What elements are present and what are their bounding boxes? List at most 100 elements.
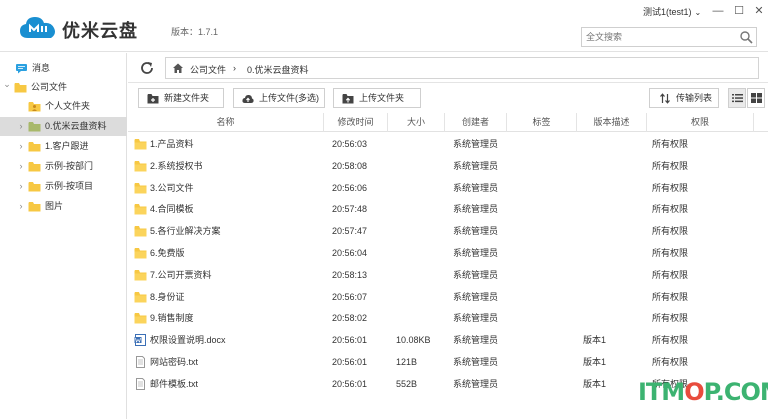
upload-files-button[interactable]: 上传文件(多选)	[233, 88, 325, 108]
permission: 所有权限	[652, 204, 689, 215]
sidebar-item-label: 示例-按项目	[45, 181, 93, 191]
chevron-right-icon[interactable]: ›	[16, 197, 26, 216]
transfer-list-button[interactable]: 传输列表	[649, 88, 719, 108]
chevron-right-icon[interactable]: ›	[16, 177, 26, 196]
file-name: 5.各行业解决方案	[150, 226, 221, 237]
refresh-icon[interactable]	[138, 59, 156, 77]
folder-icon	[134, 204, 147, 215]
close-button[interactable]: ✕	[749, 2, 768, 20]
text-file-icon	[136, 377, 145, 390]
table-header: ︿ 名称 修改时间 大小 创建者 标签 版本描述 权限	[128, 113, 768, 132]
watermark-part: O	[684, 378, 704, 406]
creator: 系统管理员	[453, 204, 499, 215]
column-header-modified[interactable]: 修改时间	[324, 113, 388, 132]
breadcrumb-item[interactable]: 0.优米云盘资料	[247, 63, 309, 76]
creator: 系统管理员	[453, 313, 499, 324]
list-view-button[interactable]	[728, 88, 746, 108]
folder-icon	[134, 182, 147, 194]
table-row[interactable]: 4.合同模板 20:57:48 系统管理员 所有权限	[128, 198, 754, 220]
transfer-list-label: 传输列表	[676, 93, 713, 103]
column-header-name[interactable]: ︿ 名称	[128, 113, 324, 132]
folder-icon	[134, 291, 147, 303]
file-list: 1.产品资料 20:56:03 系统管理员 所有权限 2.系统授权书 20:58:08 系统…	[128, 133, 754, 419]
file-size: 121B	[396, 357, 418, 367]
permission: 所有权限	[652, 160, 689, 171]
sidebar-item-label: 图片	[45, 201, 64, 211]
sidebar-item-by-department[interactable]: › 示例-按部门	[0, 157, 127, 176]
file-name: 3.公司文件	[150, 182, 194, 193]
user-name: 测试1(test1)	[643, 7, 692, 17]
sidebar-item-label: 1.客户跟进	[45, 141, 89, 151]
chevron-down-icon[interactable]: ⌄	[2, 75, 12, 94]
scrollbar[interactable]	[754, 133, 768, 419]
breadcrumb-separator: ›	[233, 63, 236, 73]
folder-icon	[28, 122, 41, 132]
sidebar-item-label: 公司文件	[31, 82, 68, 92]
table-row[interactable]: 7.公司开票资料 20:58:13 系统管理员 所有权限	[128, 264, 754, 286]
table-row[interactable]: 1.产品资料 20:56:03 系统管理员 所有权限	[128, 133, 754, 155]
home-icon[interactable]	[172, 62, 184, 74]
maximize-button[interactable]: ☐	[729, 2, 749, 20]
table-row[interactable]: 8.身份证 20:56:07 系统管理员 所有权限	[128, 286, 754, 308]
folder-icon	[134, 139, 147, 150]
creator: 系统管理员	[453, 226, 499, 237]
sidebar-item-label: 示例-按部门	[45, 161, 93, 171]
table-row[interactable]: 5.各行业解决方案 20:57:47 系统管理员 所有权限	[128, 220, 754, 242]
minimize-button[interactable]: —	[708, 2, 728, 20]
sort-up-icon: ︿	[222, 116, 229, 123]
sidebar-item-personal-folder[interactable]: 个人文件夹	[0, 97, 127, 116]
chevron-right-icon[interactable]: ›	[16, 137, 26, 156]
table-row[interactable]: 2.系统授权书 20:58:08 系统管理员 所有权限	[128, 155, 754, 177]
table-row[interactable]: 网站密码.txt 20:56:01 121B 系统管理员 版本1 所有权限	[128, 351, 754, 373]
breadcrumb: 公司文件 › 0.优米云盘资料	[165, 57, 759, 79]
version-desc: 版本1	[583, 335, 607, 346]
breadcrumb-item[interactable]: 公司文件	[190, 63, 226, 76]
sidebar-item-images[interactable]: › 图片	[0, 197, 127, 216]
sidebar-item-customer-followup[interactable]: › 1.客户跟进	[0, 137, 127, 156]
column-header-tag[interactable]: 标签	[507, 113, 577, 132]
sidebar-item-messages[interactable]: 消息	[0, 59, 127, 78]
modified-time: 20:58:08	[332, 160, 368, 171]
modified-time: 20:56:01	[332, 335, 368, 346]
sidebar-item-company-files[interactable]: ⌄ 公司文件	[0, 78, 127, 97]
search-input[interactable]	[582, 28, 732, 46]
folder-icon	[14, 83, 27, 93]
file-name: 9.销售制度	[150, 313, 194, 324]
permission: 所有权限	[652, 182, 689, 193]
new-folder-button[interactable]: 新建文件夹	[138, 88, 224, 108]
permission: 所有权限	[652, 269, 689, 280]
file-name: 网站密码.txt	[150, 357, 199, 367]
modified-time: 20:57:47	[332, 226, 368, 237]
creator: 系统管理员	[453, 335, 499, 346]
search-icon[interactable]	[739, 30, 753, 44]
permission: 所有权限	[652, 335, 689, 346]
folder-icon	[28, 202, 41, 212]
user-menu[interactable]: 测试1(test1) ⌄	[643, 5, 701, 18]
table-row[interactable]: 3.公司文件 20:56:06 系统管理员 所有权限	[128, 177, 754, 199]
table-row[interactable]: 9.销售制度 20:58:02 系统管理员 所有权限	[128, 307, 754, 329]
column-header-version[interactable]: 版本描述	[577, 113, 647, 132]
upload-folder-button[interactable]: 上传文件夹	[333, 88, 421, 108]
creator: 系统管理员	[453, 357, 499, 367]
sidebar-item-label: 消息	[32, 63, 51, 73]
chevron-right-icon[interactable]: ›	[16, 117, 26, 136]
transfer-arrows-icon	[660, 93, 670, 104]
grid-view-button[interactable]	[747, 88, 765, 108]
chevron-right-icon[interactable]: ›	[16, 157, 26, 176]
folder-icon	[28, 162, 41, 172]
file-name: 6.免费版	[150, 248, 185, 258]
table-row[interactable]: 权限设置说明.docx 20:56:01 10.08KB 系统管理员 版本1 所有权限	[128, 329, 754, 351]
column-header-creator[interactable]: 创建者	[445, 113, 507, 132]
sidebar-item-by-project[interactable]: › 示例-按项目	[0, 177, 127, 196]
toolbar: 新建文件夹 上传文件(多选) 上传文件夹 传输列表	[128, 84, 768, 112]
table-row[interactable]: 6.免费版 20:56:04 系统管理员 所有权限	[128, 242, 754, 264]
modified-time: 20:56:06	[332, 182, 368, 193]
permission: 所有权限	[652, 357, 689, 367]
sidebar-item-youmi-docs[interactable]: › 0.优米云盘资料	[0, 117, 127, 136]
column-header-permission[interactable]: 权限	[647, 113, 754, 132]
column-header-size[interactable]: 大小	[388, 113, 445, 132]
file-name: 邮件模板.txt	[150, 378, 199, 389]
file-name: 4.合同模板	[150, 204, 194, 215]
watermark-part: ITM	[638, 378, 685, 406]
file-name: 1.产品资料	[150, 139, 194, 149]
